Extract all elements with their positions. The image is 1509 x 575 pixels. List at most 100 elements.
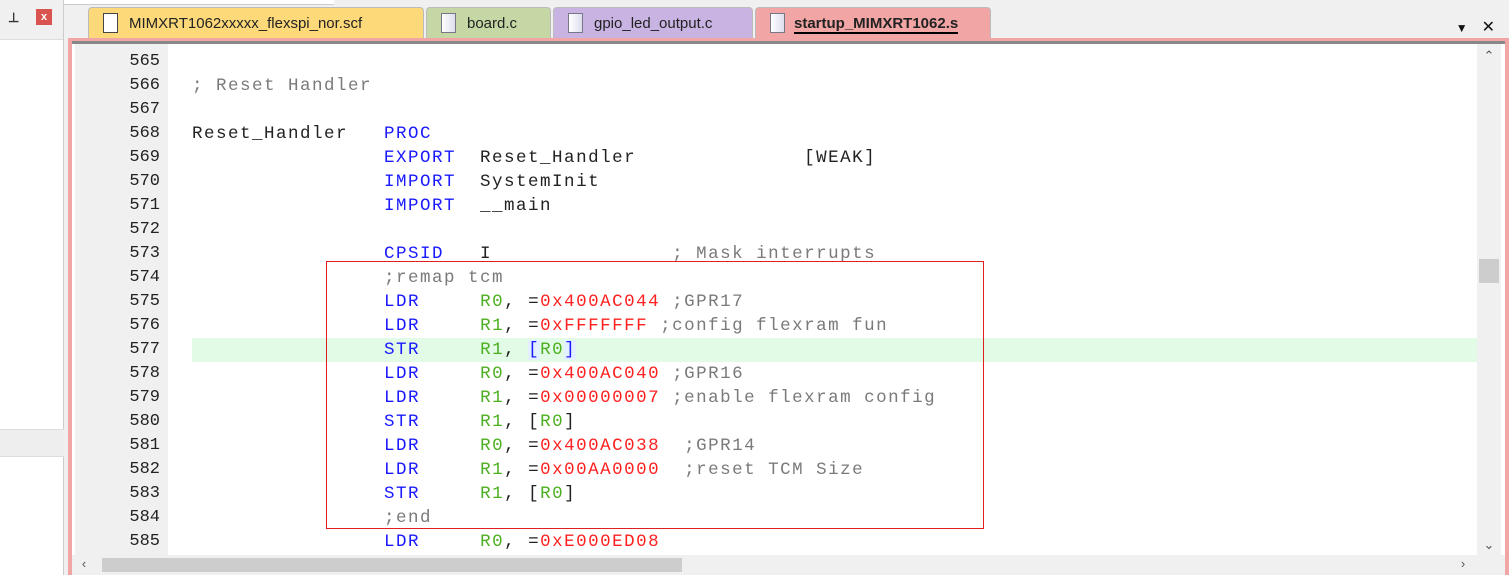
code-line[interactable]: STR R1, [R0]	[192, 482, 1477, 506]
code-token: IMPORT	[384, 172, 457, 192]
pin-icon[interactable]: ⊥	[8, 10, 19, 26]
left-panel-header: ⊥ x	[0, 0, 63, 40]
code-token: LDR	[384, 364, 421, 384]
code-token: ; Reset Handler	[192, 76, 373, 96]
code-token: R1	[480, 388, 505, 408]
line-number: 570	[129, 172, 160, 191]
code-token: ;enable flexram config	[660, 388, 937, 408]
code-token: R1	[480, 412, 505, 432]
code-line[interactable]	[192, 50, 1477, 74]
scroll-down-icon[interactable]: ⌄	[1477, 537, 1501, 553]
code-token: IMPORT	[384, 196, 457, 216]
code-token: 0x00000007	[540, 388, 661, 408]
code-line[interactable]: STR R1, [R0]	[192, 410, 1477, 434]
toolbar-edge	[64, 0, 334, 5]
code-token: R0	[540, 412, 565, 432]
code-token: LDR	[384, 316, 421, 336]
code-line[interactable]: IMPORT __main	[192, 194, 1477, 218]
code-token: , [	[504, 412, 541, 432]
tab-board-c[interactable]: board.c	[426, 7, 551, 39]
code-token: Reset_Handler [WEAK]	[456, 148, 877, 168]
line-number: 569	[129, 148, 160, 167]
code-line[interactable]: LDR R1, =0xFFFFFFF ;config flexram fun	[192, 314, 1477, 338]
vertical-scroll-thumb[interactable]	[1479, 259, 1499, 283]
code-line[interactable]: LDR R1, =0x00000007 ;enable flexram conf…	[192, 386, 1477, 410]
line-number: 565	[129, 52, 160, 71]
code-token: ]	[564, 412, 577, 432]
scroll-left-icon[interactable]: ‹	[78, 556, 90, 571]
line-number: 585	[129, 532, 160, 551]
line-number: 568	[129, 124, 160, 143]
vertical-scrollbar[interactable]: ⌃ ⌄	[1477, 44, 1501, 555]
code-line[interactable]: EXPORT Reset_Handler [WEAK]	[192, 146, 1477, 170]
line-number: 579	[129, 388, 160, 407]
code-token: LDR	[384, 388, 421, 408]
code-token: LDR	[384, 532, 421, 552]
tab-gpio-led-output-c[interactable]: gpio_led_output.c	[553, 7, 753, 39]
code-token: STR	[384, 412, 421, 432]
line-number: 573	[129, 244, 160, 263]
code-line[interactable]: LDR R0, =0x400AC040 ;GPR16	[192, 362, 1477, 386]
tab-scf-file[interactable]: MIMXRT1062xxxxx_flexspi_nor.scf	[88, 7, 424, 39]
code-token: STR	[384, 484, 421, 504]
line-number: 582	[129, 460, 160, 479]
horizontal-scroll-thumb[interactable]	[102, 558, 682, 572]
code-line[interactable]: Reset_Handler PROC	[192, 122, 1477, 146]
scroll-right-icon[interactable]: ›	[1457, 556, 1469, 571]
code-token: , =	[504, 388, 541, 408]
line-number: 581	[129, 436, 160, 455]
code-token: ;config flexram fun	[648, 316, 889, 336]
close-panel-button[interactable]: x	[36, 9, 52, 25]
code-token: ;GPR17	[660, 292, 745, 312]
code-token: , =	[504, 460, 541, 480]
code-token: R1	[480, 340, 505, 360]
code-token: , [	[504, 484, 541, 504]
code-line[interactable]: ;remap tcm	[192, 266, 1477, 290]
scroll-up-icon[interactable]: ⌃	[1477, 48, 1501, 64]
code-line[interactable]: LDR R1, =0x00AA0000 ;reset TCM Size	[192, 458, 1477, 482]
code-token: 0x00AA0000	[540, 460, 661, 480]
code-editor[interactable]: 565 566 567 568 569 570 571 572 573 574 575 576 577 5…	[72, 41, 1505, 575]
code-line[interactable]	[192, 218, 1477, 242]
editor-tabs: MIMXRT1062xxxxx_flexspi_nor.scf board.c …	[68, 7, 1509, 39]
tab-startup-s[interactable]: startup_MIMXRT1062.s	[755, 7, 991, 39]
horizontal-scrollbar[interactable]: ‹ ›	[72, 555, 1505, 575]
code-token: [	[528, 340, 541, 360]
code-token: STR	[384, 340, 421, 360]
code-token: R0	[540, 340, 565, 360]
code-token: R1	[480, 484, 505, 504]
code-line[interactable]: ; Reset Handler	[192, 74, 1477, 98]
line-number: 577	[129, 340, 160, 359]
code-token: , =	[504, 532, 541, 552]
code-line[interactable]: LDR R0, =0x400AC038 ;GPR14	[192, 434, 1477, 458]
code-token: ,	[504, 340, 529, 360]
selected-panel-row[interactable]	[0, 429, 64, 457]
left-panel: ⊥ x	[0, 0, 64, 575]
code-line[interactable]: IMPORT SystemInit	[192, 170, 1477, 194]
code-line[interactable]: ;end	[192, 506, 1477, 530]
tab-list-dropdown-icon[interactable]: ▼	[1456, 21, 1468, 35]
code-line[interactable]: LDR R0, =0xE000ED08	[192, 530, 1477, 554]
code-token: I	[444, 244, 673, 264]
code-token: 0x400AC044	[540, 292, 661, 312]
line-number: 578	[129, 364, 160, 383]
code-line[interactable]: STR R1, [R0]	[192, 338, 1477, 362]
close-tab-icon[interactable]: ✕	[1482, 19, 1495, 36]
code-line[interactable]: LDR R0, =0x400AC044 ;GPR17	[192, 290, 1477, 314]
code-line[interactable]: CPSID I ; Mask interrupts	[192, 242, 1477, 266]
code-line[interactable]	[192, 98, 1477, 122]
code-area[interactable]: ; Reset Handler Reset_Handler PROC EXPORT…	[192, 44, 1477, 555]
